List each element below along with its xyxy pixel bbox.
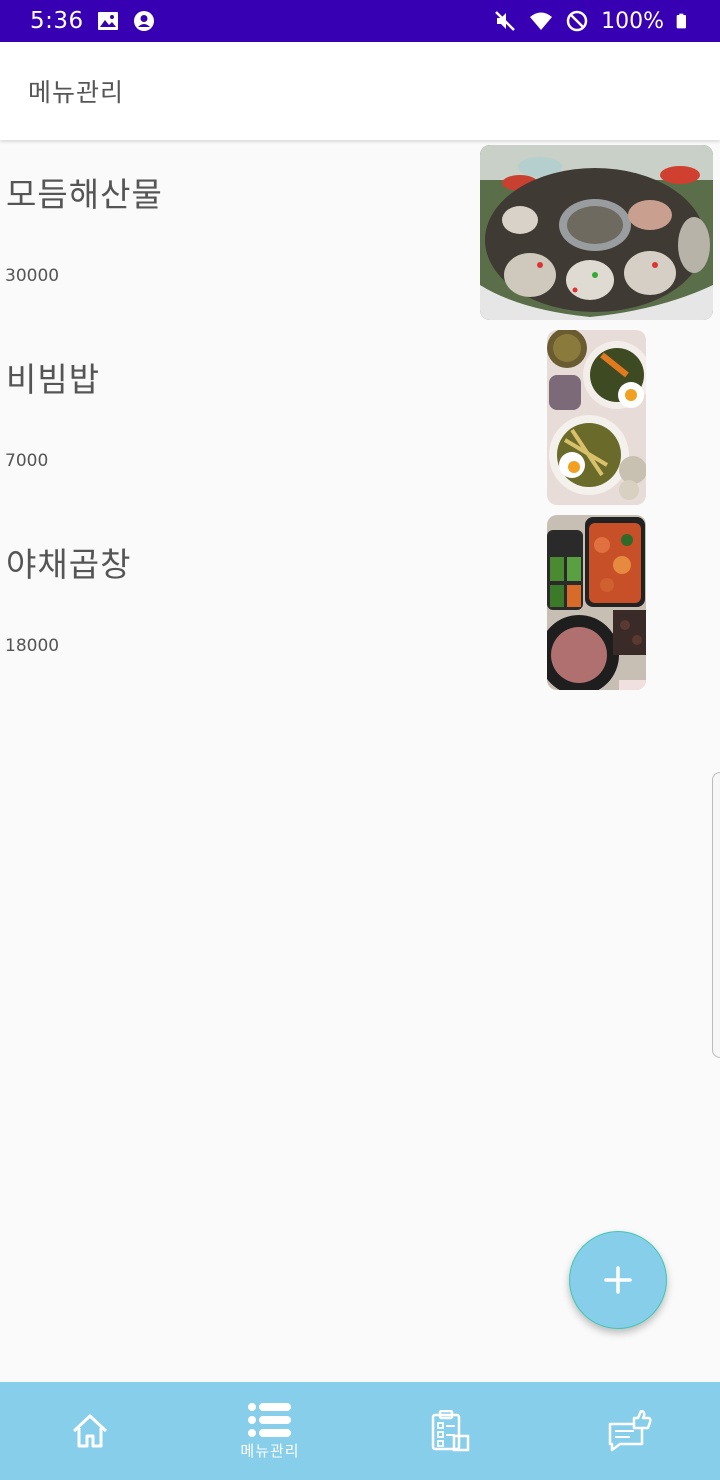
do-not-disturb-icon <box>566 10 588 32</box>
wifi-icon <box>530 12 553 30</box>
menu-item-name: 야채곱창 <box>6 545 132 584</box>
menu-item-price: 30000 <box>5 266 60 286</box>
gopchang-photo[interactable] <box>547 515 646 690</box>
status-right: 100% <box>493 9 692 34</box>
menu-list: 모듬해산물 30000 비빔밥 7000 야채곱창 18000 <box>0 140 720 695</box>
app-bar: 메뉴관리 <box>0 42 720 140</box>
status-bar: 5:36 100% <box>0 0 720 42</box>
menu-item-price: 7000 <box>5 451 49 471</box>
menu-item[interactable]: 비빔밥 7000 <box>0 325 720 510</box>
plus-icon <box>604 1266 632 1294</box>
review-thumbs-up-icon <box>608 1410 652 1452</box>
menu-item-price: 18000 <box>5 636 60 656</box>
menu-item[interactable]: 모듬해산물 30000 <box>0 140 720 325</box>
battery-percent: 100% <box>601 8 664 34</box>
add-menu-button[interactable] <box>569 1231 667 1329</box>
nav-reviews[interactable] <box>540 1382 720 1480</box>
clipboard-icon <box>431 1410 470 1452</box>
bibimbap-photo[interactable] <box>547 330 646 505</box>
list-icon <box>248 1402 291 1437</box>
status-time: 5:36 <box>30 8 84 34</box>
home-icon <box>72 1414 108 1448</box>
battery-icon <box>676 13 686 29</box>
nav-home[interactable] <box>0 1382 180 1480</box>
menu-item[interactable]: 야채곱창 18000 <box>0 510 720 695</box>
menu-item-name: 비빔밥 <box>6 360 101 399</box>
nav-orders[interactable] <box>360 1382 540 1480</box>
image-icon <box>97 12 118 30</box>
scroll-handle[interactable] <box>712 772 720 1058</box>
seafood-platter-photo[interactable] <box>480 145 713 320</box>
nav-label-menu-management: 메뉴관리 <box>240 1441 300 1460</box>
nav-menu-management[interactable]: 메뉴관리 <box>180 1382 360 1480</box>
status-left: 5:36 <box>30 8 156 34</box>
page-title: 메뉴관리 <box>28 78 125 107</box>
mute-icon <box>495 11 515 31</box>
menu-item-name: 모듬해산물 <box>6 175 163 214</box>
bottom-nav: 메뉴관리 <box>0 1382 720 1480</box>
account-circle-icon <box>133 11 154 31</box>
